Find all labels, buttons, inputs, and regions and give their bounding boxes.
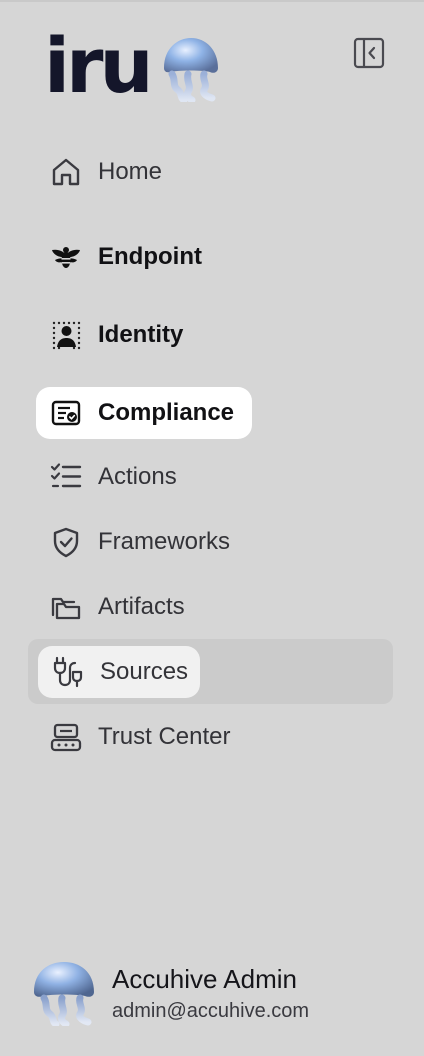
home-icon (50, 156, 82, 188)
nav-item-artifacts[interactable]: Artifacts (36, 581, 199, 633)
nav-item-trust-center[interactable]: Trust Center (36, 711, 244, 763)
nav-item-home[interactable]: Home (36, 146, 176, 198)
nav-item-compliance[interactable]: Compliance (36, 387, 252, 439)
nav-item-actions[interactable]: Actions (36, 451, 191, 503)
trust-center-icon (50, 721, 82, 753)
brand-logo[interactable]: iru (44, 21, 222, 110)
brand-wordmark: iru (44, 21, 154, 110)
folders-icon (50, 591, 82, 623)
avatar (34, 962, 94, 1026)
nav-item-endpoint[interactable]: Endpoint (36, 231, 216, 283)
top-divider (0, 0, 424, 2)
user-info: Accuhive Admin admin@accuhive.com (112, 963, 309, 1023)
user-profile[interactable]: Accuhive Admin admin@accuhive.com (32, 958, 309, 1028)
nav-item-sources[interactable]: Sources (38, 646, 200, 698)
bee-icon (50, 241, 82, 273)
collapse-sidebar-button[interactable] (352, 36, 386, 70)
shield-check-icon (50, 526, 82, 558)
plug-icon (52, 656, 84, 688)
nav-item-identity[interactable]: Identity (36, 309, 197, 361)
identity-icon (50, 319, 82, 351)
sidebar-collapse-icon (353, 37, 385, 69)
checklist-icon (50, 461, 82, 493)
user-name: Accuhive Admin (112, 964, 297, 995)
nav-item-frameworks[interactable]: Frameworks (36, 516, 244, 568)
jellyfish-mascot-icon (163, 38, 218, 102)
certificate-icon (50, 397, 82, 429)
user-email: admin@accuhive.com (112, 999, 310, 1022)
